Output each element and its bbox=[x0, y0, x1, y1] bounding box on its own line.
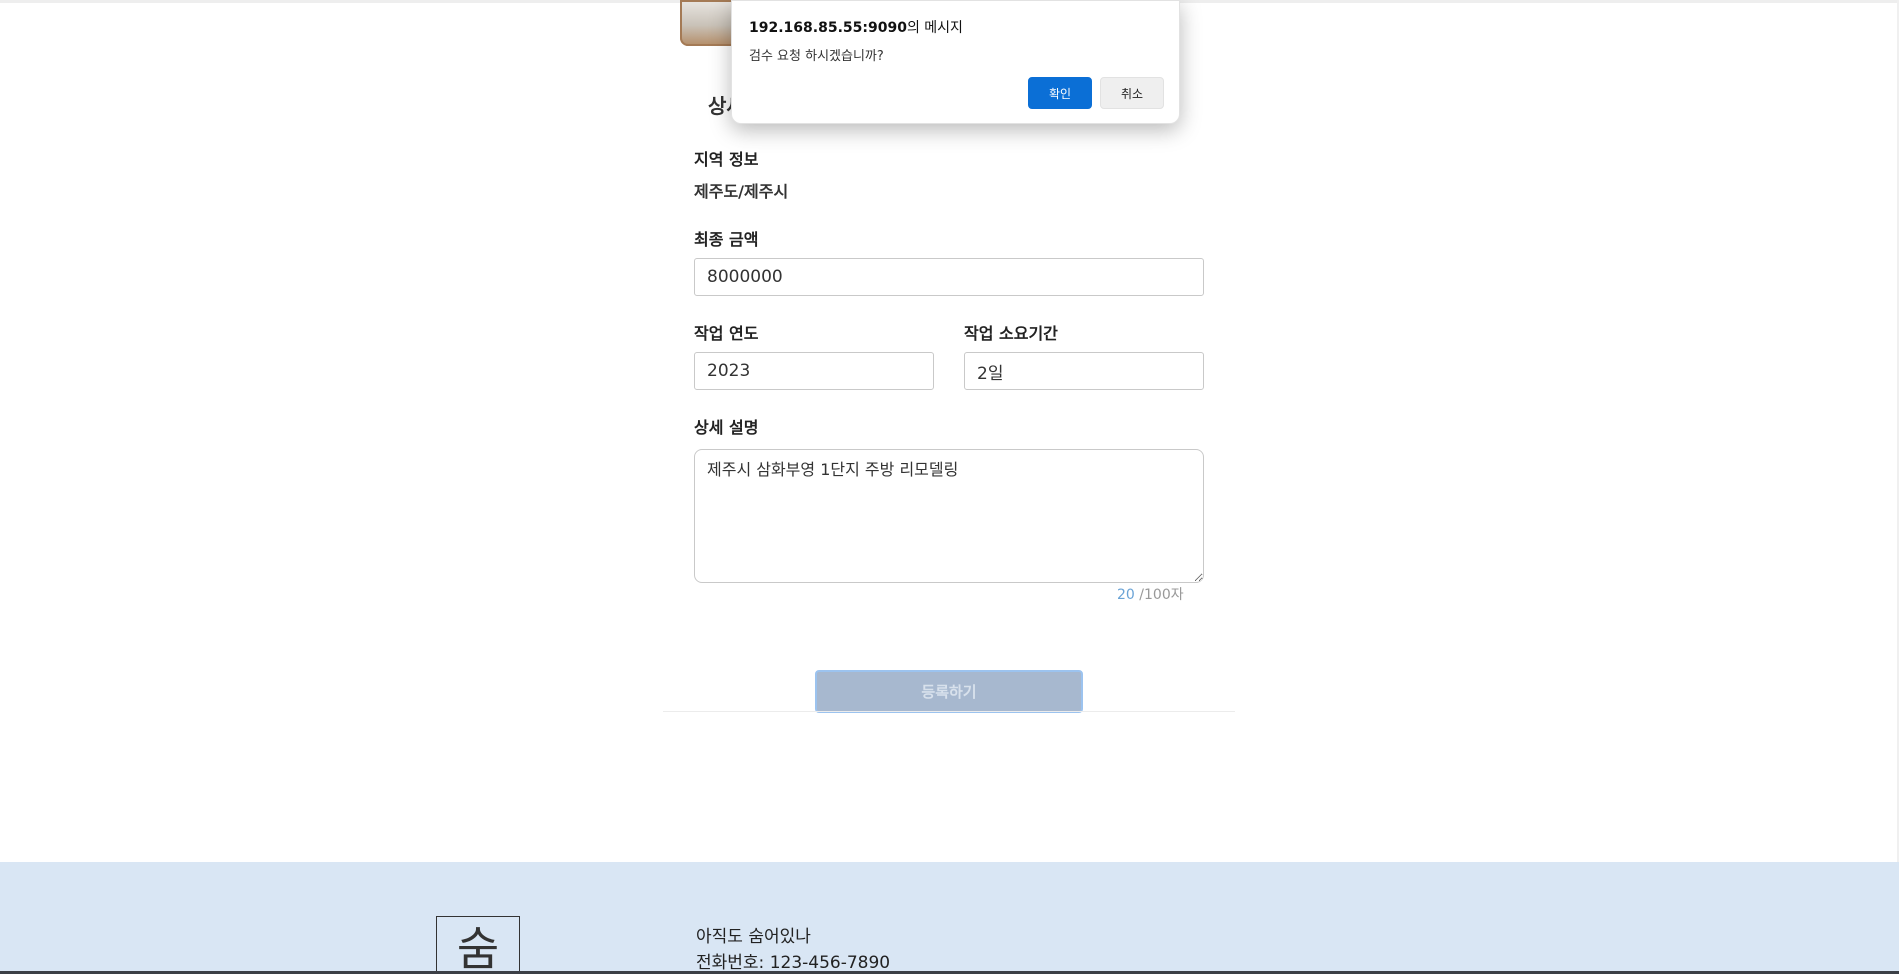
confirm-button[interactable]: 확인 bbox=[1028, 77, 1092, 109]
dialog-origin: 192.168.85.55:9090 bbox=[749, 20, 907, 36]
form-divider bbox=[663, 711, 1235, 712]
dialog-message: 검수 요청 하시겠습니까? bbox=[749, 49, 884, 64]
cancel-button[interactable]: 취소 bbox=[1100, 77, 1164, 109]
work-duration-label: 작업 소요기간 bbox=[964, 324, 1058, 343]
footer-logo: 숨 bbox=[436, 916, 520, 974]
footer-phone: 전화번호: 123-456-7890 bbox=[696, 953, 891, 973]
site-footer: 숨 아직도 숨어있나 전화번호: 123-456-7890 bbox=[0, 862, 1899, 974]
final-amount-input[interactable] bbox=[694, 258, 1204, 296]
character-counter: 20 /100자 bbox=[1117, 584, 1184, 604]
work-year-label: 작업 연도 bbox=[694, 324, 759, 343]
register-button[interactable]: 등록하기 bbox=[815, 670, 1083, 713]
confirm-dialog: 192.168.85.55:9090의 메시지 검수 요청 하시겠습니까? 확인… bbox=[731, 0, 1180, 124]
footer-tagline: 아직도 숨어있나 bbox=[696, 927, 811, 947]
dialog-title-suffix: 의 메시지 bbox=[906, 20, 963, 36]
work-year-input[interactable] bbox=[694, 352, 934, 390]
description-label: 상세 설명 bbox=[694, 418, 759, 437]
dialog-title: 192.168.85.55:9090의 메시지 bbox=[749, 17, 963, 37]
description-textarea[interactable]: 제주시 삼화부영 1단지 주방 리모델링 bbox=[694, 449, 1204, 583]
work-duration-input[interactable] bbox=[964, 352, 1204, 390]
final-amount-label: 최종 금액 bbox=[694, 230, 759, 249]
character-count: 20 bbox=[1117, 587, 1135, 603]
uploaded-photo-thumbnail[interactable] bbox=[680, 0, 738, 46]
region-label: 지역 정보 bbox=[694, 150, 759, 169]
region-value: 제주도/제주시 bbox=[694, 182, 789, 201]
character-limit: /100자 bbox=[1139, 587, 1184, 603]
